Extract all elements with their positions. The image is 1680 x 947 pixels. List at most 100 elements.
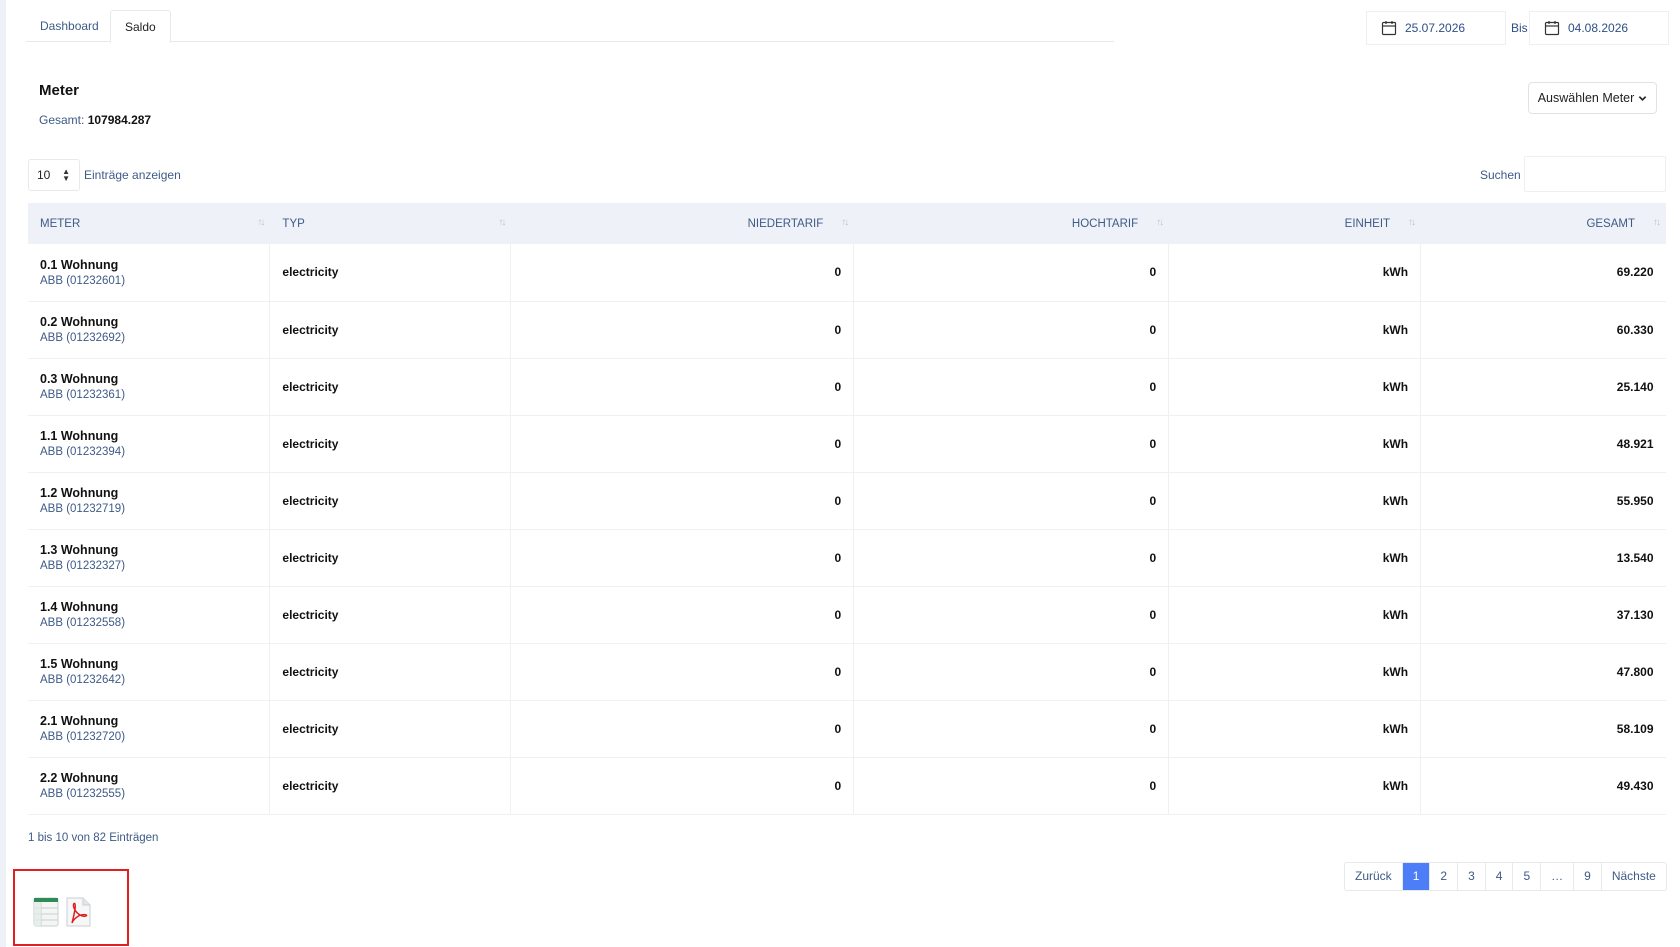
pagination: Zurück 1 2 3 4 5 … 9 Nächste <box>1344 862 1667 891</box>
hochtarif-cell: 0 <box>853 700 1170 758</box>
table-row[interactable]: 1.2 Wohnung ABB (01232719) electricity 0 … <box>28 472 1666 530</box>
table-row[interactable]: 0.2 Wohnung ABB (01232692) electricity 0 … <box>28 301 1666 359</box>
tab-dashboard[interactable]: Dashboard <box>26 10 113 43</box>
column-header-meter[interactable]: METER ↑↓ <box>28 203 271 244</box>
meter-device: ABB (01232555) <box>40 788 126 800</box>
sort-icon: ↑↓ <box>498 217 506 228</box>
meter-name: 1.5 Wohnung <box>40 657 119 671</box>
meter-name: 1.3 Wohnung <box>40 543 119 557</box>
unit-cell: kWh <box>1168 757 1422 815</box>
meter-device: ABB (01232558) <box>40 617 126 629</box>
hochtarif-cell: 0 <box>853 586 1170 644</box>
unit-cell: kWh <box>1168 301 1422 359</box>
chevron-down-icon <box>1639 95 1647 101</box>
type-cell: electricity <box>269 700 512 758</box>
unit-cell: kWh <box>1168 415 1422 473</box>
hochtarif-cell: 0 <box>853 301 1170 359</box>
pagination-page-9[interactable]: 9 <box>1573 863 1601 890</box>
meter-name: 2.2 Wohnung <box>40 771 119 785</box>
column-header-gesamt[interactable]: GESAMT ↑↓ <box>1420 203 1666 244</box>
meter-device: ABB (01232692) <box>40 332 126 344</box>
sort-icon: ↑↓ <box>1653 217 1661 228</box>
type-cell: electricity <box>269 529 512 587</box>
hochtarif-cell: 0 <box>853 757 1170 815</box>
table-row[interactable]: 2.1 Wohnung ABB (01232720) electricity 0 … <box>28 700 1666 758</box>
meter-name: 0.1 Wohnung <box>40 257 119 272</box>
total-cell: 13.540 <box>1420 529 1666 587</box>
unit-cell: kWh <box>1168 358 1422 416</box>
table-row[interactable]: 1.4 Wohnung ABB (01232558) electricity 0 … <box>28 586 1666 644</box>
hochtarif-cell: 0 <box>853 244 1170 302</box>
search-input[interactable] <box>1524 156 1666 192</box>
meter-name: 1.4 Wohnung <box>40 600 119 614</box>
type-cell: electricity <box>269 472 512 530</box>
niedertarif-cell: 0 <box>510 301 855 359</box>
hochtarif-cell: 0 <box>853 415 1170 473</box>
date-to-field[interactable]: 04.08.2026 <box>1529 11 1669 45</box>
table-row[interactable]: 1.1 Wohnung ABB (01232394) electricity 0 … <box>28 415 1666 473</box>
entries-per-page-label: Einträge anzeigen <box>84 168 181 182</box>
meter-device: ABB (01232720) <box>40 731 126 743</box>
sort-icon: ↑↓ <box>1408 217 1416 228</box>
select-meter-button[interactable]: Auswählen Meter <box>1528 82 1657 114</box>
table-row[interactable]: 1.5 Wohnung ABB (01232642) electricity 0 … <box>28 643 1666 701</box>
sort-icon: ↑↓ <box>1156 217 1164 228</box>
meter-cell: 2.2 Wohnung ABB (01232555) <box>28 757 271 815</box>
meter-cell: 2.1 Wohnung ABB (01232720) <box>28 700 271 758</box>
column-header-einheit[interactable]: EINHEIT ↑↓ <box>1168 203 1422 244</box>
date-from-field[interactable]: 25.07.2026 <box>1366 11 1506 45</box>
table-row[interactable]: 2.2 Wohnung ABB (01232555) electricity 0 … <box>28 757 1666 815</box>
unit-cell: kWh <box>1168 700 1422 758</box>
unit-cell: kWh <box>1168 643 1422 701</box>
total-cell: 49.430 <box>1420 757 1666 815</box>
pagination-page-1[interactable]: 1 <box>1401 863 1430 890</box>
table-row[interactable]: 1.3 Wohnung ABB (01232327) electricity 0 … <box>28 529 1666 587</box>
pagination-page-2[interactable]: 2 <box>1429 863 1457 890</box>
sort-icon: ↑↓ <box>257 217 265 228</box>
total-cell: 60.330 <box>1420 301 1666 359</box>
total-cell: 47.800 <box>1420 643 1666 701</box>
date-separator: Bis <box>1511 21 1528 35</box>
column-header-typ[interactable]: TYP ↑↓ <box>269 203 512 244</box>
pagination-page-4[interactable]: 4 <box>1484 863 1513 890</box>
pagination-next[interactable]: Nächste <box>1600 863 1666 890</box>
column-header-niedertarif[interactable]: NIEDERTARIF ↑↓ <box>510 203 855 244</box>
pdf-icon[interactable] <box>65 897 91 927</box>
meter-name: 0.2 Wohnung <box>40 315 119 329</box>
meter-name: 1.2 Wohnung <box>40 486 119 500</box>
niedertarif-cell: 0 <box>510 757 855 815</box>
pagination-ellipsis: … <box>1540 863 1573 890</box>
meter-cell: 1.1 Wohnung ABB (01232394) <box>28 415 271 473</box>
pagination-prev[interactable]: Zurück <box>1345 863 1402 890</box>
niedertarif-cell: 0 <box>510 244 855 302</box>
table-info: 1 bis 10 von 82 Einträgen <box>28 832 159 844</box>
type-cell: electricity <box>269 415 512 473</box>
calendar-icon <box>1381 21 1397 36</box>
pagination-page-5[interactable]: 5 <box>1512 863 1540 890</box>
hochtarif-cell: 0 <box>853 643 1170 701</box>
total-summary: Gesamt: 107984.287 <box>39 113 151 127</box>
meter-device: ABB (01232394) <box>40 446 126 458</box>
tab-saldo[interactable]: Saldo <box>110 10 171 43</box>
meter-cell: 1.3 Wohnung ABB (01232327) <box>28 529 271 587</box>
niedertarif-cell: 0 <box>510 529 855 587</box>
table-row[interactable]: 0.1 Wohnung ABB (01232601) electricity 0 … <box>28 244 1666 302</box>
hochtarif-cell: 0 <box>853 358 1170 416</box>
total-cell: 55.950 <box>1420 472 1666 530</box>
date-from-value: 25.07.2026 <box>1405 21 1466 35</box>
table-row[interactable]: 0.3 Wohnung ABB (01232361) electricity 0 … <box>28 358 1666 416</box>
pagination-page-3[interactable]: 3 <box>1457 863 1485 890</box>
meter-cell: 0.1 Wohnung ABB (01232601) <box>28 244 271 302</box>
tab-bar: Dashboard Saldo <box>26 10 1114 43</box>
type-cell: electricity <box>269 301 512 359</box>
meter-cell: 0.3 Wohnung ABB (01232361) <box>28 358 271 416</box>
meter-cell: 1.2 Wohnung ABB (01232719) <box>28 472 271 530</box>
hochtarif-cell: 0 <box>853 529 1170 587</box>
total-cell: 58.109 <box>1420 700 1666 758</box>
spreadsheet-icon[interactable] <box>33 897 59 927</box>
meter-name: 2.1 Wohnung <box>40 714 119 728</box>
entries-per-page-select[interactable]: 10 ▲ ▼ <box>28 159 80 191</box>
column-header-hochtarif[interactable]: HOCHTARIF ↑↓ <box>853 203 1170 244</box>
export-highlight-box <box>13 869 129 946</box>
niedertarif-cell: 0 <box>510 586 855 644</box>
